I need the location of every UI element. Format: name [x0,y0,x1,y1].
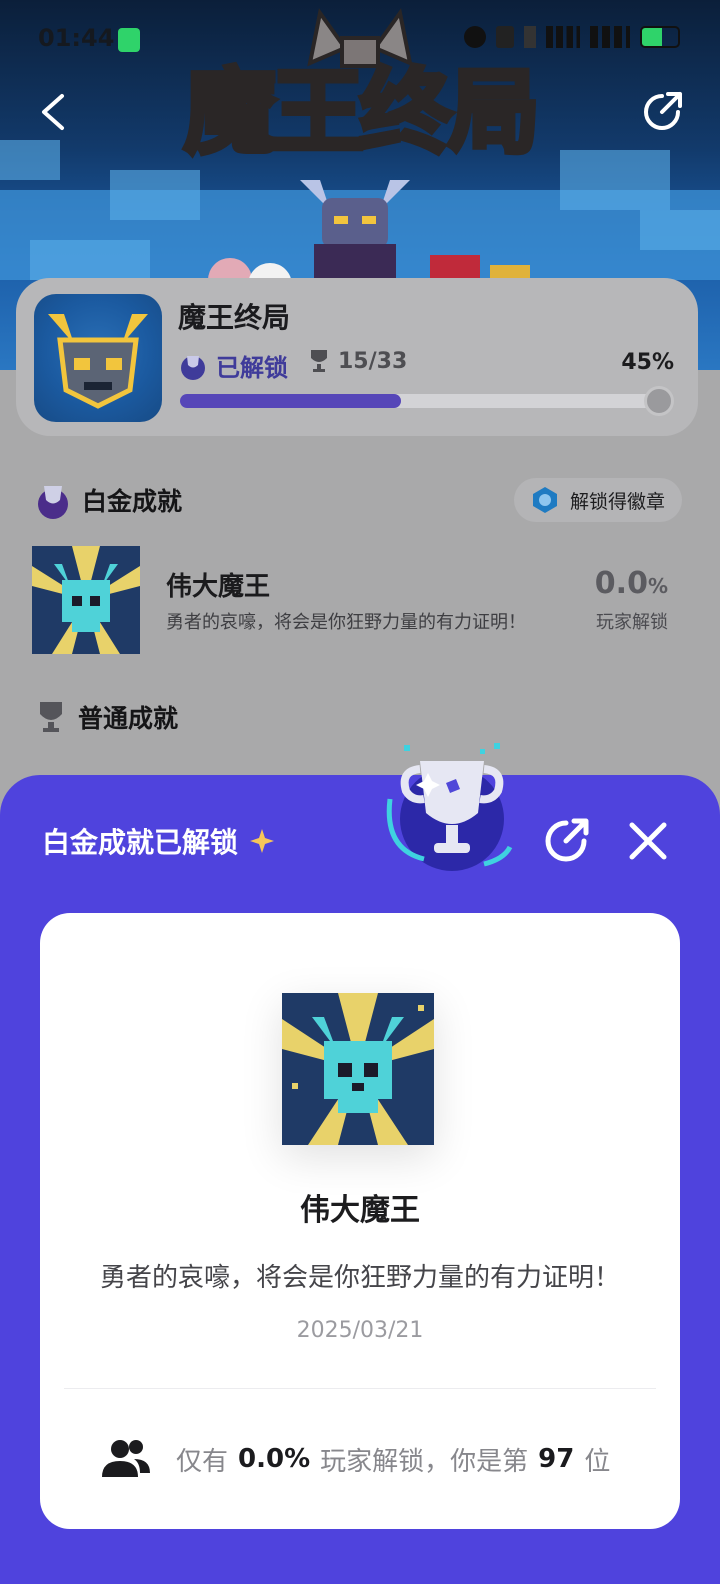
back-button[interactable] [34,90,74,134]
achievement-skull-image [282,993,434,1145]
normal-section-header: 普通成就 [34,698,178,736]
sheet-title-text: 白金成就已解锁 [42,826,239,859]
share-button[interactable] [638,88,686,136]
platinum-section-header: 白金成就 [34,480,182,520]
completion-percent: 45% [621,350,674,375]
trophy-count-value: 15/33 [338,348,408,374]
rank-mid: 玩家解锁，你是第 [320,1446,529,1477]
rank-prefix: 仅有 [176,1446,229,1477]
sparkle-icon [250,829,275,853]
achievement-desc: 勇者的哀嚎，将会是你狂野力量的有力证明！ [166,612,526,633]
badge-icon [533,487,557,513]
alarm-icon [464,26,486,48]
signal-2-icon [590,26,630,48]
status-bar: 01:44 [0,22,720,56]
card-unlock-date: 2025/03/21 [296,1318,424,1343]
achievement-skull-thumbnail [32,546,140,654]
battery-icon [640,26,680,48]
signal-1-icon [546,26,580,48]
game-info-card: 魔王终局 已解锁 15/33 45% [16,278,698,436]
unlock-badge-label: 解锁得徽章 [570,490,666,513]
status-time: 01:44 [38,24,115,52]
card-achievement-title: 伟大魔王 [300,1193,420,1228]
progress-fill [180,394,401,408]
game-name: 魔王终局 [178,301,291,334]
achievement-unlocked-sheet: 白金成就已解锁 伟大魔王 勇者的哀嚎，将会是你狂野力量的有力证明！ 2025/0… [0,743,720,1584]
charging-indicator-icon [118,28,140,52]
unlocked-status: 已解锁 [178,348,288,383]
achievement-title: 伟大魔王 [166,572,271,602]
platinum-trophy-icon [181,355,205,380]
sheet-title: 白金成就已解锁 [42,821,276,861]
platinum-trophy-icon [38,486,68,519]
unlock-badge-button[interactable]: 解锁得徽章 [514,478,682,522]
users-icon [102,1440,150,1477]
trophy-icon [40,702,62,732]
rank-number: 97 [538,1444,575,1474]
normal-section-title: 普通成就 [78,704,179,733]
unlocked-label: 已解锁 [216,354,288,382]
trophy-icon [311,350,327,372]
card-achievement-desc: 勇者的哀嚎，将会是你狂野力量的有力证明！ [99,1263,620,1293]
trophy-count: 15/33 [308,348,407,374]
hero-title: 魔王终局 [181,57,542,169]
achievement-unlock-label: 玩家解锁 [596,612,668,633]
achievement-detail-card: 伟大魔王 勇者的哀嚎，将会是你狂野力量的有力证明！ 2025/03/21 仅有 … [40,913,680,1529]
unlock-rank-summary: 仅有 0.0% 玩家解锁，你是第 97 位 [100,1437,610,1481]
game-icon [34,294,162,422]
completion-progress-bar [180,386,674,416]
rank-suffix: 位 [584,1446,611,1477]
sheet-close-button[interactable] [624,817,672,865]
progress-end-trophy-icon [644,386,674,416]
rank-percent: 0.0% [238,1444,311,1474]
card-divider [64,1388,656,1389]
platinum-section-title: 白金成就 [82,487,183,516]
platinum-achievement-row[interactable]: 伟大魔王 勇者的哀嚎，将会是你狂野力量的有力证明！ 0.0% 玩家解锁 [32,546,688,654]
achievement-unlock-percent: 0.0% [594,566,668,601]
vibrate-icon [496,26,514,48]
sheet-share-button[interactable] [540,815,592,867]
bluetooth-icon [524,26,536,48]
trophy-illustration [386,743,513,871]
